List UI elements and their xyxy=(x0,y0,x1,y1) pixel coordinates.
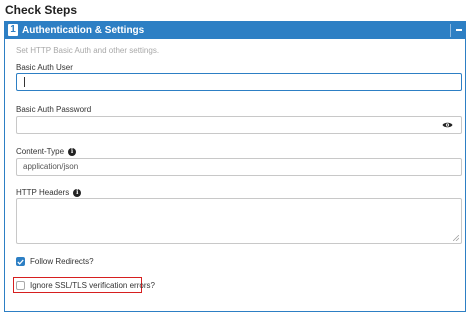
panel-header[interactable]: 1 Authentication & Settings xyxy=(5,22,465,39)
info-icon[interactable]: i xyxy=(68,147,77,156)
follow-redirects-option[interactable]: Follow Redirects? xyxy=(16,257,94,266)
checkmark-icon xyxy=(17,259,24,265)
content-type-label-text: Content-Type xyxy=(16,147,65,156)
content-type-value: application/json xyxy=(23,162,79,171)
basic-auth-user-input[interactable] xyxy=(16,73,462,91)
panel-title: Authentication & Settings xyxy=(22,25,145,36)
page-title: Check Steps xyxy=(5,3,78,17)
basic-auth-password-label-text: Basic Auth Password xyxy=(16,105,92,114)
follow-redirects-label: Follow Redirects? xyxy=(30,257,94,266)
follow-redirects-checkbox[interactable] xyxy=(16,257,25,266)
collapse-button[interactable] xyxy=(451,22,465,39)
basic-auth-user-label: Basic Auth User xyxy=(16,63,73,72)
http-headers-label: HTTP Headers i xyxy=(16,188,82,197)
step-number-badge: 1 xyxy=(8,24,18,36)
ignore-ssl-checkbox[interactable] xyxy=(16,281,25,290)
auth-settings-panel: 1 Authentication & Settings Set HTTP Bas… xyxy=(4,21,466,312)
panel-description: Set HTTP Basic Auth and other settings. xyxy=(16,46,160,55)
resize-grip-icon[interactable] xyxy=(453,235,459,241)
content-type-label: Content-Type i xyxy=(16,147,77,156)
ignore-ssl-option[interactable]: Ignore SSL/TLS verification errors? xyxy=(16,281,155,290)
http-headers-label-text: HTTP Headers xyxy=(16,188,70,197)
basic-auth-password-input[interactable] xyxy=(16,116,434,134)
basic-auth-user-label-text: Basic Auth User xyxy=(16,63,73,72)
basic-auth-password-label: Basic Auth Password xyxy=(16,105,91,114)
text-caret xyxy=(24,77,25,87)
minus-icon xyxy=(456,29,462,31)
toggle-password-visibility-button[interactable] xyxy=(433,116,462,134)
http-headers-textarea[interactable] xyxy=(16,198,462,244)
content-type-input[interactable]: application/json xyxy=(16,158,462,176)
eye-icon xyxy=(442,122,452,128)
info-icon[interactable]: i xyxy=(73,188,82,197)
ignore-ssl-label: Ignore SSL/TLS verification errors? xyxy=(30,281,155,290)
